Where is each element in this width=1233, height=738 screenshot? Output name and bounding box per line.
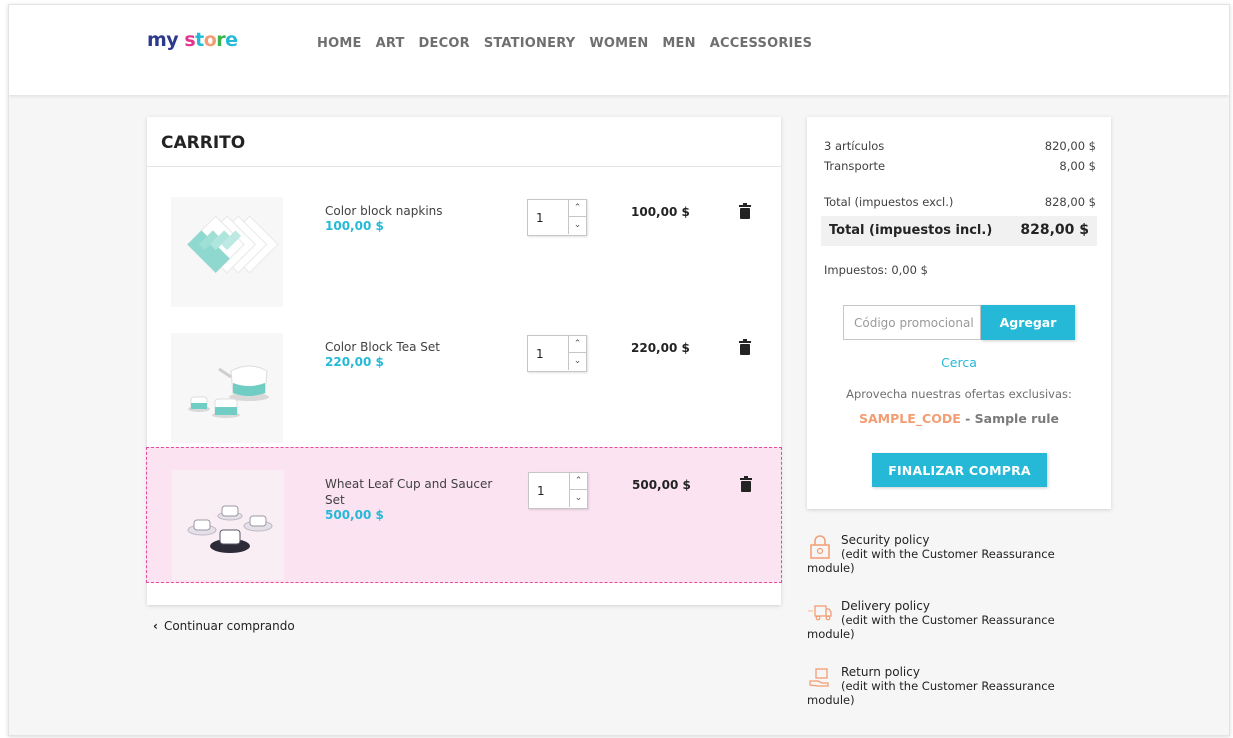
- total-excl-value: 828,00 $: [1044, 195, 1096, 209]
- shipping-value: 8,00 $: [1059, 159, 1096, 173]
- reassurance-security: Security policy (edit with the Customer …: [807, 533, 1117, 575]
- total-excl-label: Total (impuestos excl.): [824, 195, 954, 209]
- policy-note-end: module): [807, 693, 855, 707]
- truck-icon: [808, 605, 832, 621]
- product-unit-price: 500,00 $: [325, 508, 384, 522]
- summary-shipping-row: Transporte 8,00 $: [824, 159, 1096, 173]
- sample-rule: - Sample rule: [960, 411, 1059, 426]
- product-total: 100,00 $: [631, 205, 690, 219]
- logo-part: t: [195, 29, 204, 51]
- lock-icon: [810, 535, 830, 559]
- nav-stationery[interactable]: STATIONERY: [484, 36, 576, 51]
- policy-title: Security policy: [841, 533, 930, 547]
- policy-note: (edit with the Customer Reassurance: [841, 547, 1055, 561]
- chevron-down-icon[interactable]: ⌄: [569, 490, 587, 507]
- nav-art[interactable]: ART: [376, 36, 405, 51]
- product-unit-price: 100,00 $: [325, 219, 384, 233]
- logo-part: my: [147, 29, 179, 51]
- divider: [147, 166, 781, 167]
- cart-item-highlighted: Wheat Leaf Cup and Saucer Set 500,00 $ ⌃…: [146, 447, 782, 583]
- items-count-label: 3 artículos: [824, 139, 885, 153]
- return-box-icon: [809, 668, 829, 687]
- policy-note: (edit with the Customer Reassurance: [841, 613, 1055, 627]
- add-promo-button[interactable]: Agregar: [981, 305, 1075, 340]
- nav-accessories[interactable]: ACCESSORIES: [710, 36, 813, 51]
- quantity-stepper: ⌃ ⌄: [527, 335, 587, 372]
- chevron-up-icon[interactable]: ⌃: [568, 336, 586, 353]
- taxes-label: Impuestos: 0,00 $: [824, 263, 928, 277]
- main-nav: HOME ART DECOR STATIONERY WOMEN MEN ACCE…: [317, 36, 826, 51]
- cart-title: CARRITO: [161, 133, 246, 153]
- product-unit-price: 220,00 $: [325, 355, 384, 369]
- product-total: 220,00 $: [631, 341, 690, 355]
- policy-note: (edit with the Customer Reassurance: [841, 679, 1055, 693]
- promo-code-input[interactable]: [843, 305, 981, 340]
- sample-code[interactable]: SAMPLE_CODE: [859, 411, 961, 426]
- tea-set-image[interactable]: [171, 333, 283, 443]
- reassurance-return: Return policy (edit with the Customer Re…: [807, 665, 1117, 707]
- chevron-down-icon[interactable]: ⌄: [568, 217, 586, 234]
- store-logo[interactable]: my store: [147, 29, 238, 51]
- nav-women[interactable]: WOMEN: [589, 36, 648, 51]
- logo-part: o: [203, 29, 217, 51]
- product-name[interactable]: Wheat Leaf Cup and Saucer Set: [325, 476, 505, 508]
- continue-shopping-label: Continuar comprando: [163, 619, 295, 633]
- policy-title: Return policy: [841, 665, 920, 679]
- cart-summary: 3 artículos 820,00 $ Transporte 8,00 $ T…: [807, 117, 1111, 509]
- policy-note-end: module): [807, 627, 855, 641]
- chevron-down-icon[interactable]: ⌄: [568, 353, 586, 370]
- product-total: 500,00 $: [632, 478, 691, 492]
- policy-note-end: module): [807, 561, 855, 575]
- sample-code-line: SAMPLE_CODE - Sample rule: [807, 411, 1111, 426]
- quantity-stepper: ⌃ ⌄: [527, 199, 587, 236]
- continue-shopping-link[interactable]: ‹ Continuar comprando: [153, 619, 295, 633]
- cup-saucer-image-svg: [172, 470, 284, 580]
- cart-item: Color Block Tea Set 220,00 $ ⌃ ⌄ 220,00 …: [147, 311, 781, 447]
- logo-part: r: [216, 29, 226, 51]
- offers-text: Aprovecha nuestras ofertas exclusivas:: [846, 387, 1072, 401]
- cart-panel: CARRITO Color block napkins 100,00 $ 1 ⌃…: [146, 117, 782, 605]
- logo-part: e: [225, 29, 238, 51]
- summary-total-excl-row: Total (impuestos excl.) 828,00 $: [824, 195, 1096, 209]
- policy-title: Delivery policy: [841, 599, 930, 613]
- logo-part: s: [184, 29, 196, 51]
- nav-home[interactable]: HOME: [317, 36, 362, 51]
- trash-icon[interactable]: [739, 203, 751, 219]
- quantity-input[interactable]: [529, 473, 569, 508]
- napkins-image-svg: [171, 197, 283, 307]
- napkins-image[interactable]: [171, 197, 283, 307]
- chevron-up-icon[interactable]: ⌃: [569, 473, 587, 490]
- quantity-input[interactable]: [528, 336, 568, 371]
- quantity-input[interactable]: [528, 200, 568, 235]
- product-name[interactable]: Color block napkins: [325, 203, 505, 219]
- total-incl-label: Total (impuestos incl.): [829, 223, 993, 238]
- summary-items-row: 3 artículos 820,00 $: [824, 139, 1096, 153]
- site-header: my store HOME ART DECOR STATIONERY WOMEN…: [9, 5, 1229, 95]
- reassurance-delivery: Delivery policy (edit with the Customer …: [807, 599, 1117, 641]
- tea-set-image-svg: [171, 333, 283, 443]
- trash-icon[interactable]: [739, 339, 751, 355]
- cup-saucer-image[interactable]: [172, 470, 284, 580]
- product-name[interactable]: Color Block Tea Set: [325, 339, 505, 355]
- taxes-row: Impuestos: 0,00 $: [824, 263, 1096, 277]
- browser-frame: my store HOME ART DECOR STATIONERY WOMEN…: [8, 4, 1230, 736]
- trash-icon[interactable]: [740, 476, 752, 492]
- chevron-up-icon[interactable]: ⌃: [568, 200, 586, 217]
- cart-item: Color block napkins 100,00 $ ⌃ ⌄ 100,00 …: [147, 175, 781, 311]
- quantity-stepper: ⌃ ⌄: [528, 472, 588, 509]
- checkout-button[interactable]: FINALIZAR COMPRA: [872, 453, 1047, 487]
- total-incl-value: 828,00 $: [1020, 222, 1089, 238]
- nav-men[interactable]: MEN: [662, 36, 695, 51]
- close-promo-link[interactable]: Cerca: [807, 355, 1111, 370]
- items-subtotal: 820,00 $: [1044, 139, 1096, 153]
- shipping-label: Transporte: [824, 159, 886, 173]
- total-incl-row: Total (impuestos incl.) 828,00 $: [821, 216, 1097, 246]
- chevron-left-icon: ‹: [153, 619, 158, 633]
- nav-decor[interactable]: DECOR: [419, 36, 470, 51]
